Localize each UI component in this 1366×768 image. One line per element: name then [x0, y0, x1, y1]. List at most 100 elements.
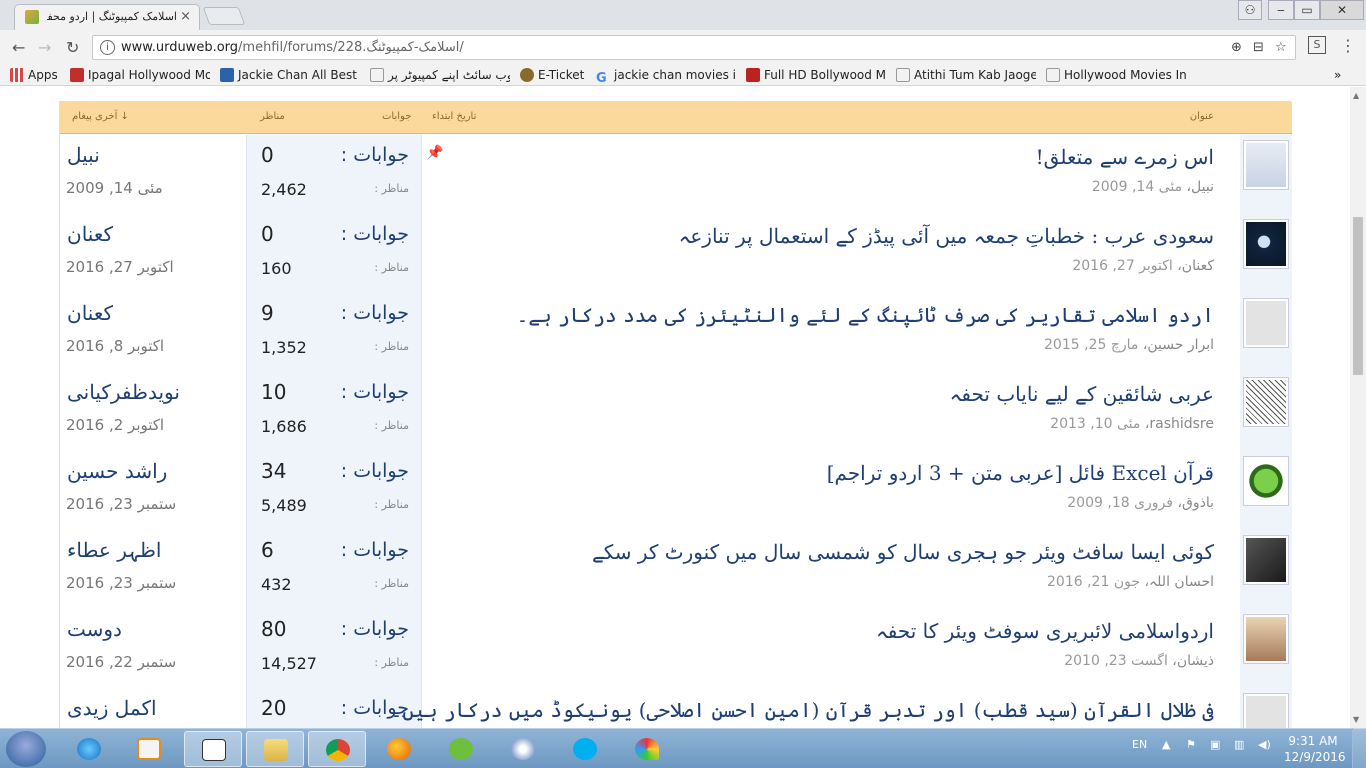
site-info-icon[interactable]: i: [100, 40, 115, 55]
last-post-user[interactable]: اظہر عطاء: [67, 538, 161, 562]
start-button[interactable]: [6, 731, 46, 767]
last-post-date[interactable]: اکتوبر 27, 2016: [66, 258, 174, 276]
user-profile-button[interactable]: ⚇: [1238, 0, 1262, 20]
last-post-user[interactable]: دوست: [67, 617, 122, 641]
forward-arrow-icon[interactable]: →: [38, 38, 51, 57]
thread-author[interactable]: کعنان: [1182, 258, 1214, 274]
column-start-date[interactable]: تاریخ ابتداء: [432, 111, 476, 122]
thread-title-link[interactable]: فی ظلال القرآن (سید قطب) اور تدبر قرآن (…: [391, 698, 1214, 722]
scrollbar-thumb[interactable]: [1353, 217, 1363, 375]
translate-icon[interactable]: ⊟: [1253, 40, 1264, 55]
avatar[interactable]: [1243, 456, 1289, 506]
column-last-post[interactable]: آخری پیغام ↓: [72, 111, 129, 122]
last-post-user[interactable]: کعنان: [67, 301, 113, 325]
thread-author[interactable]: rashidsre: [1149, 416, 1214, 432]
thread-start-date[interactable]: جون 21, 2016: [1047, 574, 1140, 590]
avatar[interactable]: [1243, 535, 1289, 585]
last-post-date[interactable]: ستمبر 22, 2016: [66, 653, 176, 671]
thread-start-date[interactable]: مئی 10, 2013: [1050, 416, 1140, 432]
thread-start-date[interactable]: اگست 23, 2010: [1064, 653, 1168, 669]
zoom-icon[interactable]: ⊕: [1231, 40, 1242, 55]
address-bar[interactable]: i www.urduweb.org/mehfil/forums/228.اسلا…: [92, 35, 1296, 60]
thread-start-date[interactable]: اکتوبر 27, 2016: [1072, 258, 1172, 274]
thread-title-link[interactable]: اردواسلامی لائبریری سوفٹ ویئر کا تحفہ: [876, 619, 1214, 643]
thread-title-link[interactable]: قرآن Excel فائل [عربی متن + 3 اردو تراجم…: [827, 461, 1214, 485]
bookmark-star-icon[interactable]: ☆: [1275, 40, 1287, 55]
last-post-user[interactable]: راشد حسین: [67, 459, 167, 483]
bookmark-ipagal[interactable]: Ipagal Hollywood Mo: [70, 68, 210, 82]
thread-author[interactable]: ابرار حسین: [1147, 337, 1214, 353]
thread-title-link[interactable]: سعودی عرب : خطباتِ جمعہ میں آئی پیڈز کے …: [679, 224, 1214, 248]
tray-network-icon[interactable]: ▥: [1234, 738, 1244, 751]
taskbar-file-explorer[interactable]: [246, 731, 304, 767]
thread-author[interactable]: احسان اللہ: [1149, 574, 1214, 590]
bookmark-eticket[interactable]: E-Ticket: [520, 68, 584, 82]
bookmark-full-hd[interactable]: Full HD Bollywood Mo: [746, 68, 886, 82]
last-post-date[interactable]: ستمبر 23, 2016: [66, 574, 176, 592]
bookmark-atithi[interactable]: Atithi Tum Kab Jaoge: [896, 68, 1036, 82]
taskbar-chrome[interactable]: [308, 731, 366, 767]
thread-start-date[interactable]: مئی 14, 2009: [1092, 179, 1182, 195]
back-arrow-icon[interactable]: ←: [12, 38, 25, 57]
bookmark-apps[interactable]: Apps: [10, 68, 58, 82]
last-post-user[interactable]: اکمل زیدی: [67, 696, 157, 720]
language-indicator[interactable]: EN: [1132, 738, 1147, 751]
last-post-date[interactable]: مئی 14, 2009: [66, 179, 163, 197]
last-post-user[interactable]: کعنان: [67, 222, 113, 246]
extension-s-icon[interactable]: S: [1308, 36, 1326, 54]
taskbar-skype[interactable]: [556, 731, 614, 767]
avatar[interactable]: [1243, 614, 1289, 664]
tray-device-icon[interactable]: ▣: [1210, 738, 1220, 751]
taskbar-internet-explorer[interactable]: [60, 731, 118, 767]
tray-arrow-icon[interactable]: ▲: [1162, 738, 1170, 751]
taskbar-torrent[interactable]: [494, 731, 552, 767]
reload-icon[interactable]: ↻: [66, 38, 79, 57]
tray-volume-icon[interactable]: ◀): [1258, 738, 1271, 751]
close-window-button[interactable]: ✕: [1320, 0, 1364, 20]
bookmark-website[interactable]: وب سائٹ اپنے کمپیوٹر پر: [370, 68, 510, 82]
avatar[interactable]: [1243, 298, 1289, 348]
bookmark-hollywood[interactable]: Hollywood Movies In: [1046, 68, 1186, 82]
menu-dots-icon[interactable]: ⋮: [1340, 36, 1356, 55]
avatar[interactable]: [1243, 140, 1289, 190]
scroll-up-icon[interactable]: ▲: [1353, 91, 1359, 100]
browser-tab[interactable]: اسلامک کمپیوٹنگ | اردو محفل فو ×: [14, 4, 200, 30]
thread-start-date[interactable]: مارچ 25, 2015: [1044, 337, 1138, 353]
thread-title-link[interactable]: عربی شائقین کے لیے نایاب تحفہ: [950, 382, 1214, 406]
system-clock[interactable]: 9:31 AM 12/9/2016: [1284, 733, 1346, 765]
scroll-down-icon[interactable]: ▼: [1353, 715, 1359, 724]
taskbar-firefox[interactable]: [370, 731, 428, 767]
column-title[interactable]: عنوان: [1190, 111, 1214, 122]
last-post-date[interactable]: اکتوبر 8, 2016: [66, 337, 164, 355]
maximize-button[interactable]: ▭: [1294, 0, 1320, 20]
taskbar-evernote[interactable]: [432, 731, 490, 767]
last-post-date[interactable]: ستمبر 23, 2016: [66, 495, 176, 513]
column-views[interactable]: مناظر: [260, 111, 285, 122]
taskbar-media-player[interactable]: [120, 731, 178, 767]
tray-flag-icon[interactable]: ⚑: [1186, 738, 1196, 751]
bookmark-jackie-chan-fb[interactable]: Jackie Chan All Best M: [220, 68, 360, 82]
thread-title-link[interactable]: اس زمرے سے متعلق!: [1036, 145, 1214, 169]
new-tab-button[interactable]: [202, 7, 246, 25]
avatar[interactable]: [1243, 377, 1289, 427]
page-scrollbar[interactable]: ▲ ▼: [1350, 87, 1366, 728]
url-text[interactable]: www.urduweb.org/mehfil/forums/228.اسلامک…: [121, 40, 464, 55]
thread-author[interactable]: باذوق: [1182, 495, 1214, 511]
last-post-date[interactable]: اکتوبر 2, 2016: [66, 416, 164, 434]
bookmark-jackie-chan-google[interactable]: Gjackie chan movies in: [596, 68, 736, 85]
column-replies[interactable]: جوابات: [382, 111, 411, 122]
thread-start-date[interactable]: فروری 18, 2009: [1067, 495, 1173, 511]
thread-title-link[interactable]: کوئی ایسا سافٹ ویئر جو ہجری سال کو شمسی …: [592, 540, 1214, 564]
thread-title-link[interactable]: اردو اسلامی تقاریر کی صرف ٹائپنگ کے لئے …: [517, 303, 1214, 327]
more-bookmarks-button[interactable]: »: [1334, 68, 1341, 82]
minimize-button[interactable]: ‒: [1268, 0, 1294, 20]
taskbar-ocr-app[interactable]: [184, 731, 242, 767]
thread-author[interactable]: ذیشان: [1177, 653, 1214, 669]
avatar[interactable]: [1243, 693, 1289, 728]
last-post-user[interactable]: نبیل: [67, 143, 100, 167]
show-desktop-button[interactable]: [1352, 728, 1366, 768]
avatar[interactable]: [1243, 219, 1289, 269]
taskbar-paint[interactable]: [618, 731, 676, 767]
last-post-user[interactable]: نویدظفرکیانی: [67, 380, 180, 404]
thread-author[interactable]: نبیل: [1191, 179, 1214, 195]
